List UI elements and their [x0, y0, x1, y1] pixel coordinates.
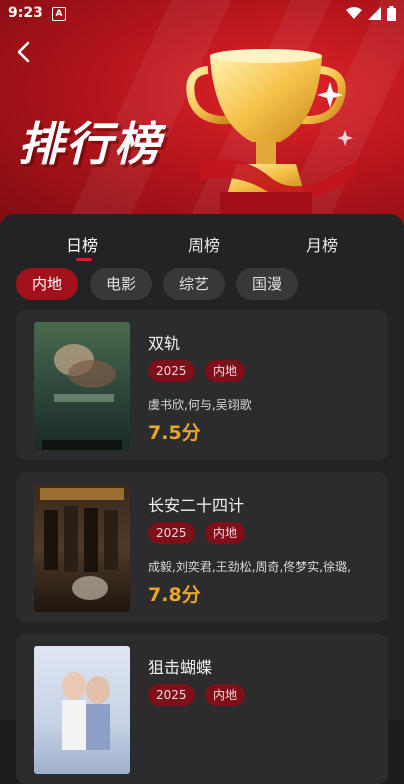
filter-movie[interactable]: 电影 [90, 268, 152, 300]
score-text: 7.8分 [148, 584, 201, 606]
tab-monthly[interactable]: 月榜 [306, 232, 338, 256]
region-badge: 内地 [205, 684, 246, 706]
cast-text: 成毅,刘奕君,王劲松,周奇,佟梦实,徐璐, [148, 560, 351, 574]
poster-image [34, 646, 130, 774]
year-badge: 2025 [148, 360, 195, 382]
filter-mainland[interactable]: 内地 [16, 268, 78, 300]
item-title: 狙击蝴蝶 [148, 658, 213, 677]
year-badge: 2025 [148, 684, 195, 706]
region-filters: 内地 电影 综艺 国漫 [0, 268, 404, 302]
year-badge: 2025 [148, 522, 195, 544]
status-time: 9:23 [8, 5, 43, 21]
trophy-icon [186, 49, 356, 220]
region-badge: 内地 [205, 360, 246, 382]
signal-icon [368, 7, 381, 20]
item-title: 长安二十四计 [148, 496, 245, 515]
score-text: 7.5分 [148, 422, 201, 444]
filter-anime[interactable]: 国漫 [236, 268, 298, 300]
poster-image [34, 322, 130, 450]
cast-text: 虞书欣,何与,吴翊歌 [148, 398, 252, 412]
notification-a-icon: A [52, 7, 66, 21]
tab-weekly[interactable]: 周榜 [188, 232, 220, 256]
list-item[interactable]: 长安二十四计 2025 内地 成毅,刘奕君,王劲松,周奇,佟梦实,徐璐, 7.8… [16, 472, 388, 622]
item-title: 双轨 [148, 334, 181, 353]
status-bar: 9:23 A [0, 0, 404, 28]
wifi-icon [346, 7, 362, 19]
battery-icon [387, 6, 396, 21]
hero-banner: 9:23 A 排行榜 [0, 0, 404, 230]
tab-daily[interactable]: 日榜 [66, 232, 98, 256]
page-title: 排行榜 [18, 117, 162, 171]
tab-indicator [76, 258, 92, 261]
chevron-left-icon [17, 41, 30, 63]
region-badge: 内地 [205, 522, 246, 544]
back-button[interactable] [10, 38, 38, 66]
list-item[interactable]: 狙击蝴蝶 2025 内地 [16, 634, 388, 784]
list-item[interactable]: 双轨 2025 内地 虞书欣,何与,吴翊歌 7.5分 [16, 310, 388, 460]
filter-variety[interactable]: 综艺 [163, 268, 225, 300]
poster-image [34, 484, 130, 612]
period-tabs: 日榜 周榜 月榜 [0, 226, 404, 266]
